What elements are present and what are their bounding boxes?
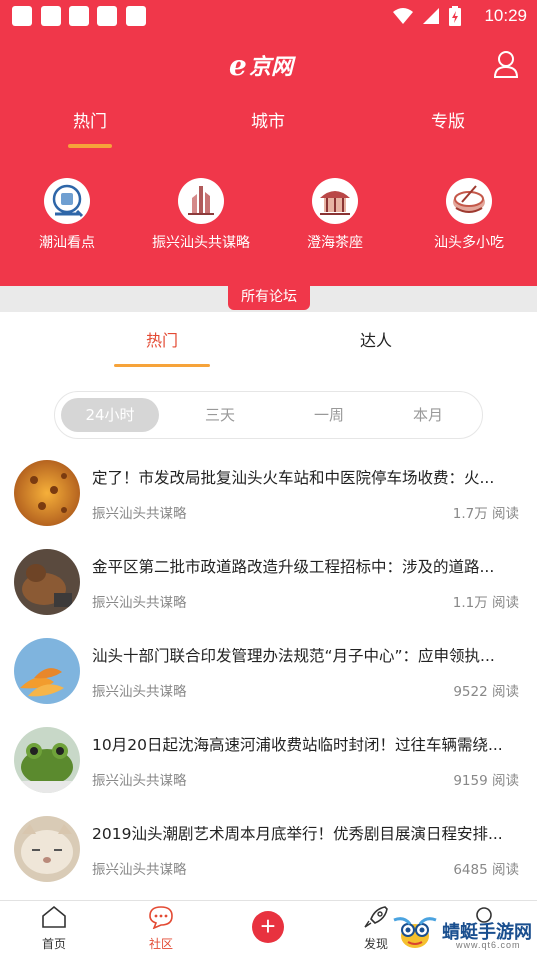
- nav-community[interactable]: 社区: [131, 905, 191, 952]
- post-thumbnail: [14, 727, 80, 793]
- user-profile-icon[interactable]: [493, 50, 519, 78]
- post-source: 振兴汕头共谋略: [92, 773, 187, 789]
- post-source: 振兴汕头共谋略: [92, 595, 187, 611]
- time-filter: 24小时 三天 一周 本月: [54, 391, 483, 439]
- post-title: 10月20日起沈海高速河浦收费站临时封闭！过往车辆需绕...: [92, 736, 503, 754]
- status-time: 10:29: [484, 6, 527, 25]
- tab-special-label: 专版: [431, 112, 465, 132]
- all-forums-label[interactable]: 所有论坛: [228, 286, 310, 310]
- signal-icon: [423, 8, 439, 24]
- dragonfly-logo-icon: [393, 917, 437, 948]
- notification-icon: [41, 6, 61, 26]
- post-source: 振兴汕头共谋略: [92, 506, 187, 522]
- post-reads: 9522 阅读: [453, 684, 519, 700]
- post-thumbnail: [14, 460, 80, 526]
- tab-city-label: 城市: [251, 112, 285, 132]
- post-source: 振兴汕头共谋略: [92, 862, 187, 878]
- subtab-experts[interactable]: 达人: [296, 330, 456, 352]
- nav-home[interactable]: 首页: [24, 905, 84, 952]
- subtab-experts-label: 达人: [359, 331, 392, 350]
- city-tower-icon: [178, 178, 224, 224]
- quick-link-label: 汕头多小吃: [434, 235, 504, 251]
- tab-city[interactable]: 城市: [208, 104, 328, 140]
- top-tabs: 热门 城市 专版: [0, 104, 537, 154]
- nav-community-label: 社区: [148, 937, 173, 951]
- header-banner: 10:29 e 京网 热门 城市 专版 潮汕看点 振兴汕头共谋略 澄海茶座 汕头…: [0, 0, 537, 286]
- quick-link-label: 潮汕看点: [39, 235, 95, 251]
- filter-24h[interactable]: 24小时: [61, 398, 159, 432]
- post-reads: 9159 阅读: [453, 773, 519, 789]
- list-item[interactable]: 2019汕头潮剧艺术周本月底举行！优秀剧目展演日程安排... 振兴汕头共谋略 6…: [0, 806, 537, 895]
- tab-hot[interactable]: 热门: [30, 104, 150, 148]
- list-item[interactable]: 金平区第二批市政道路改造升级工程招标中：涉及的道路... 振兴汕头共谋略 1.1…: [0, 539, 537, 628]
- notification-icon: [97, 6, 117, 26]
- wifi-icon: [393, 8, 413, 24]
- filter-3days[interactable]: 三天: [171, 398, 269, 432]
- notification-icon: [69, 6, 89, 26]
- quick-link-chaoshan[interactable]: 潮汕看点: [0, 178, 134, 252]
- filter-month[interactable]: 本月: [379, 398, 477, 432]
- subtab-hot-label: 热门: [145, 331, 178, 350]
- quick-link-chenghai[interactable]: 澄海茶座: [268, 178, 402, 252]
- battery-icon: [449, 6, 461, 26]
- quick-link-zhenxing[interactable]: 振兴汕头共谋略: [134, 178, 268, 252]
- post-reads: 6485 阅读: [453, 862, 519, 878]
- tab-hot-label: 热门: [73, 112, 107, 132]
- quick-link-label: 澄海茶座: [307, 235, 363, 251]
- watermark-url: www.qt6.com: [456, 940, 521, 950]
- svg-text:京网: 京网: [249, 54, 296, 80]
- post-title: 汕头十部门联合印发管理办法规范“月子中心”：应申领执...: [92, 647, 495, 665]
- app-logo: e 京网: [229, 49, 296, 82]
- pavilion-icon: [312, 178, 358, 224]
- news-reader-icon: [44, 178, 90, 224]
- post-source: 振兴汕头共谋略: [92, 684, 187, 700]
- subtab-hot-indicator: [114, 364, 210, 367]
- quick-link-snacks[interactable]: 汕头多小吃: [402, 178, 536, 252]
- post-reads: 1.1万 阅读: [452, 595, 519, 611]
- list-item[interactable]: 10月20日起沈海高速河浦收费站临时封闭！过往车辆需绕... 振兴汕头共谋略 9…: [0, 717, 537, 806]
- rocket-icon: [364, 906, 388, 928]
- notification-icon: [126, 6, 146, 26]
- nav-home-label: 首页: [41, 937, 66, 951]
- post-thumbnail: [14, 816, 80, 882]
- post-thumbnail: [14, 549, 80, 615]
- post-title: 定了！市发改局批复汕头火车站和中医院停车场收费：火...: [92, 469, 495, 487]
- status-bar: 10:29: [0, 0, 537, 32]
- list-item[interactable]: 汕头十部门联合印发管理办法规范“月子中心”：应申领执... 振兴汕头共谋略 95…: [0, 628, 537, 717]
- tab-special[interactable]: 专版: [388, 104, 508, 140]
- list-item[interactable]: 定了！市发改局批复汕头火车站和中医院停车场收费：火... 振兴汕头共谋略 1.7…: [0, 450, 537, 539]
- food-bowl-icon: [446, 178, 492, 224]
- chat-bubble-icon: [149, 906, 173, 930]
- plus-icon[interactable]: +: [252, 911, 284, 943]
- watermark: 蜻蜓手游网 www.qt6.com: [390, 910, 537, 956]
- post-title: 2019汕头潮剧艺术周本月底举行！优秀剧目展演日程安排...: [92, 825, 503, 843]
- home-icon: [42, 905, 66, 928]
- filter-week[interactable]: 一周: [280, 398, 378, 432]
- quick-link-label: 振兴汕头共谋略: [152, 235, 250, 251]
- post-title: 金平区第二批市政道路改造升级工程招标中：涉及的道路...: [92, 558, 495, 576]
- tab-hot-indicator: [68, 144, 112, 148]
- notification-icon: [12, 6, 32, 26]
- post-reads: 1.7万 阅读: [452, 506, 519, 522]
- svg-text:e: e: [229, 49, 247, 82]
- subtab-hot[interactable]: 热门: [82, 330, 242, 367]
- post-thumbnail: [14, 638, 80, 704]
